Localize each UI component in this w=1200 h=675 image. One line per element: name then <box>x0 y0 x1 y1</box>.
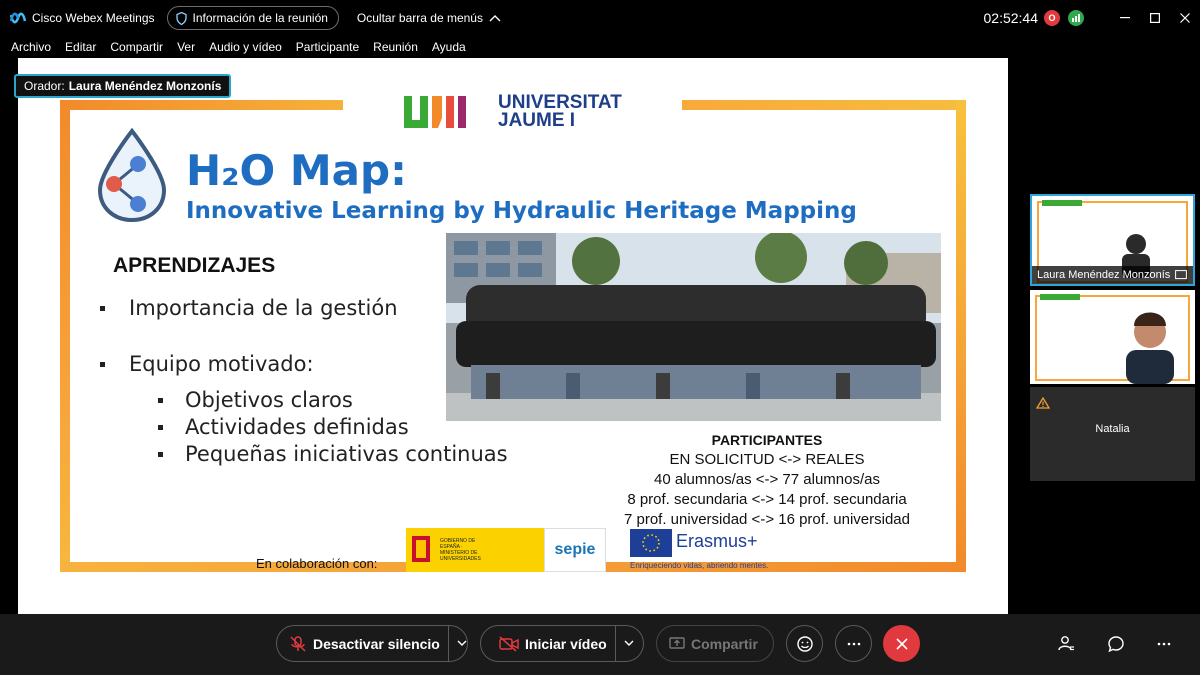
sub-bullet-item: Objetivos claros <box>158 388 353 412</box>
speaker-name: Laura Menéndez Monzonís <box>68 79 222 93</box>
meeting-clock: 02:52:44 <box>983 10 1039 26</box>
slide-frame-right <box>956 100 966 572</box>
webex-window: Cisco Webex Meetings Información de la r… <box>0 0 1200 675</box>
slide-frame-top-right <box>682 100 966 110</box>
hide-menu-label: Ocultar barra de menús <box>356 11 483 25</box>
participants-block: PARTICIPANTES EN SOLICITUD <-> REALES 40… <box>602 430 932 530</box>
menu-ayuda[interactable]: Ayuda <box>432 40 466 54</box>
leave-meeting-button[interactable] <box>883 625 920 662</box>
erasmus-logo: Erasmus+ Enriqueciendo vidas, abriendo m… <box>630 529 780 573</box>
participant-name: Laura Menéndez Monzonís <box>1037 269 1171 281</box>
menu-editar[interactable]: Editar <box>65 40 96 54</box>
more-panels-button[interactable] <box>1152 632 1176 656</box>
participants-line: 8 prof. secundaria <-> 14 prof. secundar… <box>627 491 907 508</box>
ellipsis-icon <box>847 642 860 645</box>
participant-name: Natalia <box>1095 423 1130 435</box>
chevron-up-icon <box>489 15 501 22</box>
smiley-icon <box>796 635 813 652</box>
start-video-button[interactable]: Iniciar vídeo <box>480 625 644 662</box>
bullet-text: Importancia de la gestión <box>129 296 398 320</box>
group-photo <box>446 233 941 421</box>
participants-panel-button[interactable] <box>1054 632 1078 656</box>
menu-participante[interactable]: Participante <box>296 40 359 54</box>
sub-bullet-text: Pequeñas iniciativas continuas <box>185 442 508 466</box>
participants-line: 40 alumnos/as <-> 77 alumnos/as <box>654 471 880 488</box>
title-bar: Cisco Webex Meetings Información de la r… <box>0 0 1200 36</box>
sub-bullet-item: Actividades definidas <box>158 415 409 439</box>
menu-reunion[interactable]: Reunión <box>373 40 418 54</box>
collaboration-label: En colaboración con: <box>256 556 378 571</box>
menu-archivo[interactable]: Archivo <box>11 40 51 54</box>
sub-bullet-item: Pequeñas iniciativas continuas <box>158 442 508 466</box>
erasmus-brand: Erasmus+ <box>676 531 758 551</box>
slide-subtitle: Innovative Learning by Hydraulic Heritag… <box>186 198 857 224</box>
share-screen-icon <box>669 636 685 649</box>
sepie-logo: sepie <box>544 528 606 572</box>
coat-of-arms-icon <box>412 536 430 562</box>
meeting-controls-bar: Desactivar silencio Iniciar vídeo Compar… <box>0 614 1200 675</box>
slide-frame-left <box>60 100 70 572</box>
menu-ver[interactable]: Ver <box>177 40 195 54</box>
menu-audio-video[interactable]: Audio y vídeo <box>209 40 282 54</box>
shield-icon <box>175 11 187 25</box>
shared-content-area[interactable]: UNIVERSITAT JAUME I H₂O Map: Innovative … <box>18 58 1008 614</box>
participant-name-tag: Laura Menéndez Monzonís <box>1032 266 1193 284</box>
start-video-label: Iniciar vídeo <box>525 635 607 652</box>
participants-line: EN SOLICITUD <-> REALES <box>669 451 865 468</box>
meeting-info-label: Información de la reunión <box>192 11 328 25</box>
meeting-info-button[interactable]: Información de la reunión <box>166 6 339 30</box>
participant-tile-no-video[interactable]: Natalia <box>1030 387 1195 481</box>
uji-line2: JAUME I <box>498 110 576 131</box>
share-button[interactable]: Compartir <box>656 625 774 662</box>
slide-title: H₂O Map: <box>186 146 407 195</box>
participants-heading: PARTICIPANTES <box>711 432 823 448</box>
close-icon <box>895 637 908 650</box>
chat-icon <box>1108 636 1124 653</box>
speaker-prefix: Orador: <box>24 79 65 93</box>
close-icon[interactable] <box>1170 0 1200 36</box>
webex-logo-icon <box>9 10 27 26</box>
reactions-button[interactable] <box>786 625 823 662</box>
maximize-icon[interactable] <box>1140 0 1170 36</box>
section-heading: APRENDIZAJES <box>113 254 276 277</box>
chat-panel-button[interactable] <box>1104 632 1128 656</box>
minimize-icon[interactable] <box>1110 0 1140 36</box>
eu-flag-icon <box>630 529 672 557</box>
participants-line: 7 prof. universidad <-> 16 prof. univers… <box>623 511 910 528</box>
tile-background <box>1030 290 1195 384</box>
more-options-button[interactable] <box>835 625 872 662</box>
government-text: GOBIERNO DE ESPAÑA · MINISTERIO DE UNIVE… <box>440 538 481 562</box>
participants-icon <box>1058 636 1074 651</box>
bullet-text: Equipo motivado: <box>129 352 314 376</box>
unmute-button[interactable]: Desactivar silencio <box>276 625 468 662</box>
ellipsis-icon <box>1157 642 1171 646</box>
warning-icon <box>1036 397 1050 409</box>
uji-logo: UNIVERSITAT JAUME I <box>402 93 622 131</box>
water-drop-share-icon <box>97 128 167 223</box>
network-stats-icon[interactable] <box>1068 10 1084 26</box>
microphone-muted-icon <box>290 635 306 652</box>
participant-tile[interactable] <box>1030 290 1195 384</box>
unmute-label: Desactivar silencio <box>313 635 440 652</box>
chevron-down-icon[interactable] <box>457 640 467 647</box>
spain-government-logo: GOBIERNO DE ESPAÑA · MINISTERIO DE UNIVE… <box>406 528 606 572</box>
participant-tile-active[interactable]: Laura Menéndez Monzonís <box>1030 194 1195 286</box>
video-off-icon <box>499 635 519 652</box>
app-name: Cisco Webex Meetings <box>32 11 155 25</box>
bullet-item: Importancia de la gestión <box>100 296 398 320</box>
active-speaker-label: Orador: Laura Menéndez Monzonís <box>14 74 232 98</box>
share-label: Compartir <box>691 635 758 652</box>
sub-bullet-text: Objetivos claros <box>185 388 353 412</box>
uji-emblem-icon <box>404 96 466 128</box>
recording-indicator-icon[interactable]: O <box>1044 10 1060 26</box>
chevron-down-icon[interactable] <box>624 640 634 647</box>
menu-bar: Archivo Editar Compartir Ver Audio y víd… <box>0 36 1200 58</box>
bullet-item: Equipo motivado: <box>100 352 314 376</box>
slide-frame-top-left <box>60 100 343 110</box>
erasmus-tagline: Enriqueciendo vidas, abriendo mentes. <box>630 561 769 570</box>
menu-compartir[interactable]: Compartir <box>110 40 163 54</box>
sub-bullet-text: Actividades definidas <box>185 415 409 439</box>
hide-menu-button[interactable]: Ocultar barra de menús <box>357 11 501 25</box>
screen-share-icon <box>1175 270 1187 280</box>
